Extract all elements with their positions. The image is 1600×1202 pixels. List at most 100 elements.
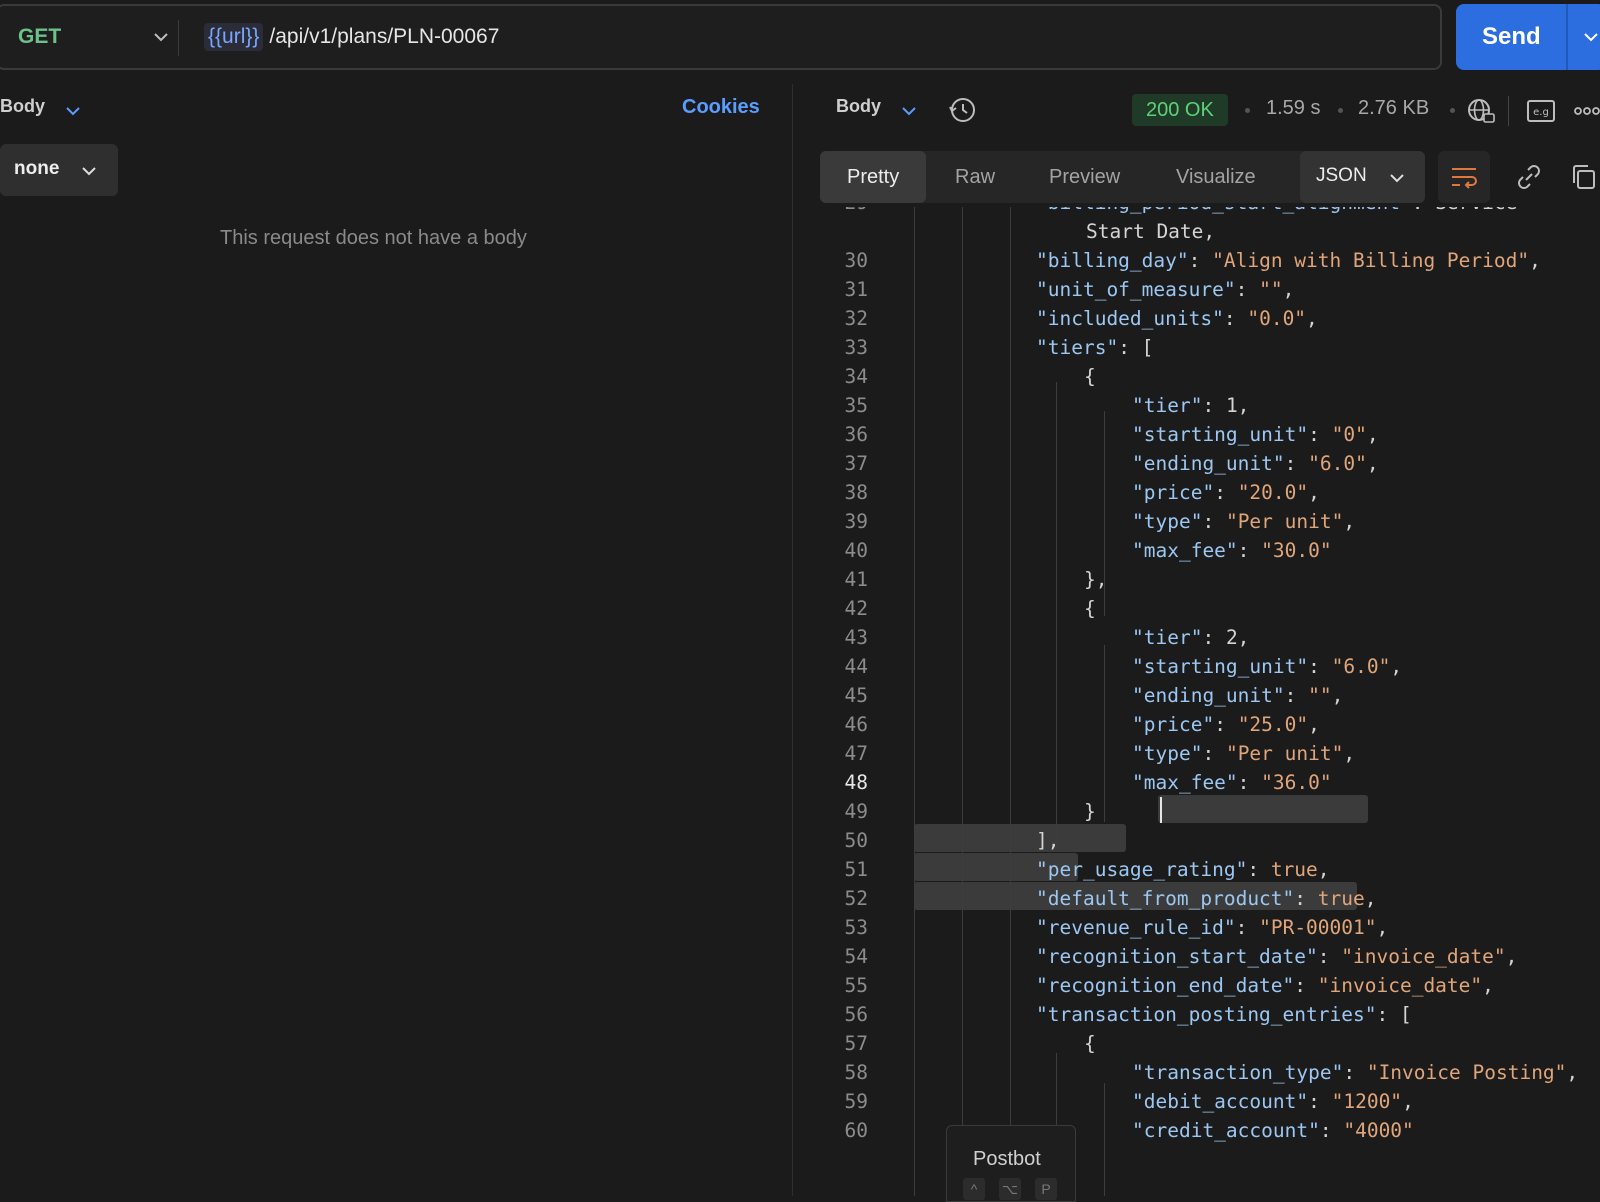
cookies-link[interactable]: Cookies [682,96,760,119]
code-line[interactable]: 47 "type": "Per unit", [820,742,1600,772]
code-line[interactable]: 50], [820,829,1600,859]
code-line[interactable]: 31 "unit_of_measure": "", [820,278,1600,308]
line-number: 41 [844,568,868,591]
tab-raw[interactable]: Raw [955,151,995,203]
code-line[interactable]: 35 "tier": 1, [820,394,1600,424]
code-text: "credit_account": "4000" [1132,1119,1414,1142]
method-select[interactable]: GET [18,6,178,68]
code-line[interactable]: 34 { [820,365,1600,395]
chevron-down-icon [82,167,96,176]
postbot-label: Postbot [973,1148,1041,1170]
line-number: 29 [820,207,868,214]
shortcut-key: ⌥ [999,1178,1021,1200]
code-line[interactable]: 45 "ending_unit": "", [820,684,1600,714]
line-number: 47 [844,742,868,765]
code-text: { [1084,1032,1096,1055]
code-text: "ending_unit": "6.0", [1132,452,1379,475]
response-time[interactable]: 1.59 s [1266,97,1320,120]
code-line[interactable]: 52 "default_from_product": true, [820,887,1600,917]
code-text: "unit_of_measure": "", [1036,278,1295,301]
code-line[interactable]: 55 "recognition_end_date": "invoice_date"… [820,974,1600,1004]
code-line[interactable]: Start Date, [820,220,1600,250]
line-number: 46 [844,713,868,736]
tab-visualize[interactable]: Visualize [1176,151,1256,203]
code-line[interactable]: 46 "price": "25.0", [820,713,1600,743]
code-line[interactable]: 59 "debit_account": "1200", [820,1090,1600,1120]
code-line[interactable]: 42 { [820,597,1600,627]
request-url-bar: GET {{url}}/api/v1/plans/PLN-00067 [0,4,1442,70]
line-number: 38 [844,481,868,504]
code-text: "type": "Per unit", [1132,742,1356,765]
empty-body-message: This request does not have a body [220,227,527,249]
request-body-label[interactable]: Body [0,96,45,117]
line-number: 39 [844,510,868,533]
code-line[interactable]: 37 "ending_unit": "6.0", [820,452,1600,482]
url-input[interactable]: {{url}}/api/v1/plans/PLN-00067 [204,6,499,68]
code-text: "starting_unit": "6.0", [1132,655,1403,678]
tab-preview[interactable]: Preview [1049,151,1120,203]
line-number: 45 [844,684,868,707]
code-line[interactable]: 36 "starting_unit": "0", [820,423,1600,453]
wrap-lines-button[interactable] [1438,151,1490,203]
chevron-down-icon[interactable] [1582,28,1600,46]
code-line[interactable]: 33 "tiers": [ [820,336,1600,366]
postbot-button[interactable]: Postbot ^ ⌥ P [946,1125,1076,1202]
code-text: "revenue_rule_id": "PR-00001", [1036,916,1389,939]
line-number: 60 [844,1119,868,1142]
network-globe-icon[interactable] [1466,96,1496,126]
code-line[interactable]: 41}, [820,568,1600,598]
code-line[interactable]: 44 "starting_unit": "6.0", [820,655,1600,685]
code-line[interactable]: 43 "tier": 2, [820,626,1600,656]
code-line[interactable]: 49} [820,800,1600,830]
response-size[interactable]: 2.76 KB [1358,97,1429,120]
save-example-icon[interactable]: e.g [1526,96,1556,126]
line-number: 42 [844,597,868,620]
line-number: 59 [844,1090,868,1113]
body-type-select[interactable]: none [0,144,118,196]
code-line[interactable]: 51 "per_usage_rating": true, [820,858,1600,888]
code-line[interactable]: 57 { [820,1032,1600,1062]
chevron-down-icon [154,33,168,42]
line-number: 44 [844,655,868,678]
code-line[interactable]: 48 "max_fee": "36.0" [820,771,1600,801]
response-body-label[interactable]: Body [836,96,881,117]
code-line[interactable]: 54 "recognition_start_date": "invoice_dat… [820,945,1600,975]
code-line[interactable]: 39 "type": "Per unit", [820,510,1600,540]
code-line[interactable]: 53 "revenue_rule_id": "PR-00001", [820,916,1600,946]
url-variable[interactable]: {{url}} [204,23,264,51]
code-text: "max_fee": "36.0" [1132,771,1332,794]
status-badge[interactable]: 200 OK [1132,94,1228,126]
code-line[interactable]: 29 "billing_period_start_alignment": Serv… [820,207,1600,221]
code-line[interactable]: 40 "max_fee": "30.0" [820,539,1600,569]
code-line[interactable]: 60 "credit_account": "4000" [820,1119,1600,1149]
response-code-viewer[interactable]: 29 "billing_period_start_alignment": Serv… [820,207,1600,1196]
code-line[interactable]: 38 "price": "20.0", [820,481,1600,511]
code-text: "tier": 1, [1132,394,1250,417]
format-select[interactable]: JSON [1300,151,1425,203]
code-line[interactable]: 56 "transaction_posting_entries": [ [820,1003,1600,1033]
line-number: 33 [844,336,868,359]
line-number: 31 [844,278,868,301]
code-text: "price": "20.0", [1132,481,1320,504]
line-number: 52 [844,887,868,910]
url-separator [178,20,179,56]
copy-icon[interactable] [1568,162,1598,192]
code-line[interactable]: 58 "transaction_type": "Invoice Posting", [820,1061,1600,1091]
history-icon[interactable] [948,95,978,125]
code-text: "ending_unit": "", [1132,684,1344,707]
pane-divider[interactable] [792,84,793,1196]
more-options-icon[interactable] [1574,96,1600,126]
line-number: 36 [844,423,868,446]
line-number: 49 [844,800,868,823]
line-number: 35 [844,394,868,417]
code-line[interactable]: 30 "billing_day": "Align with Billing Per… [820,249,1600,279]
tab-pretty[interactable]: Pretty [820,151,927,203]
chevron-down-icon [1390,174,1404,183]
code-text: "billing_period_start_alignment": Servic… [1036,207,1517,214]
code-text: "type": "Per unit", [1132,510,1356,533]
send-button[interactable]: Send [1456,4,1600,70]
chevron-down-icon[interactable] [64,102,82,120]
chevron-down-icon[interactable] [900,102,918,120]
link-icon[interactable] [1514,162,1544,192]
code-line[interactable]: 32 "included_units": "0.0", [820,307,1600,337]
